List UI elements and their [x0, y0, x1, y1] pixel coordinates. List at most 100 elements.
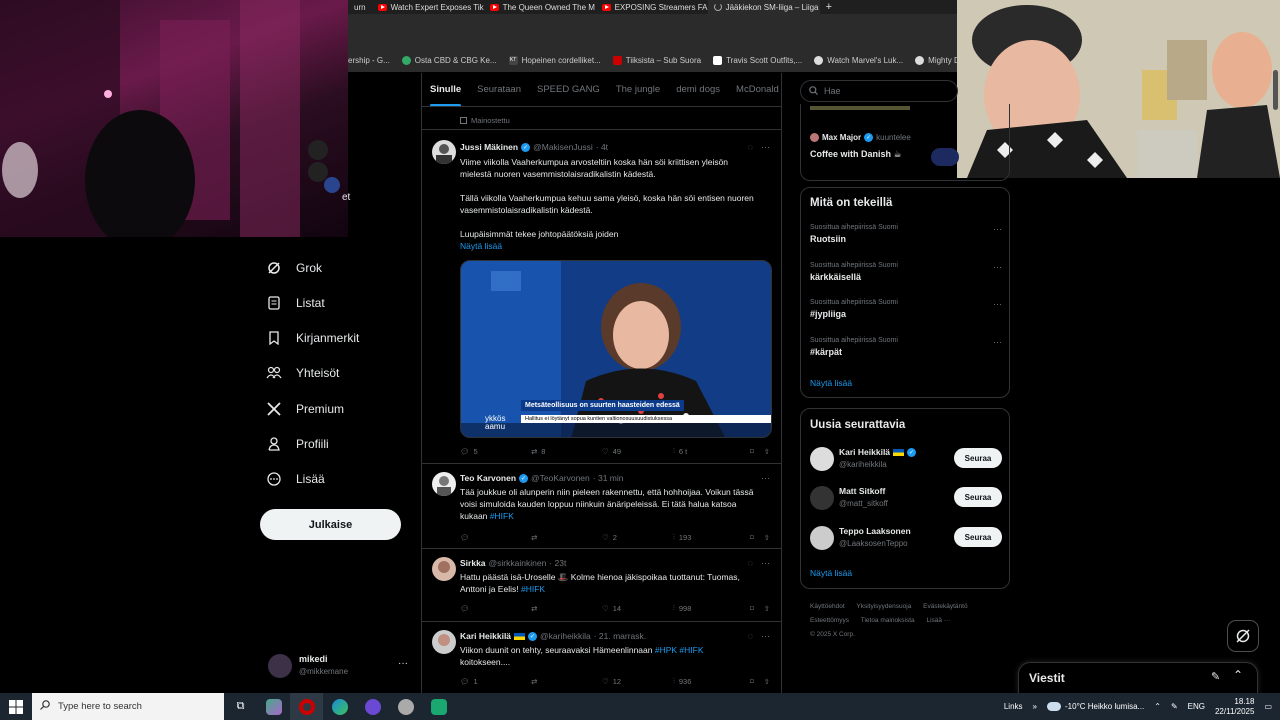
- trends-show-more-link[interactable]: Näytä lisää: [810, 378, 852, 388]
- grok-icon[interactable]: ◌: [748, 631, 753, 641]
- sidebar-item-lists[interactable]: Listat: [266, 295, 325, 311]
- bookmark-item[interactable]: Osta CBD & CBG Ke...: [401, 55, 497, 65]
- views-button[interactable]: ⫶ 998: [673, 603, 703, 613]
- tweet-media[interactable]: Metsäteollisuus on suurten haasteiden ed…: [460, 260, 772, 438]
- language-indicator[interactable]: ENG: [1188, 702, 1205, 711]
- share-icon[interactable]: ⇧: [764, 447, 770, 456]
- sidebar-item-grok[interactable]: Grok: [266, 260, 322, 276]
- account-more-icon[interactable]: ···: [398, 658, 408, 669]
- sidebar-item-communities[interactable]: Yhteisöt: [266, 365, 339, 381]
- more-icon[interactable]: ···: [993, 262, 1002, 272]
- follow-button[interactable]: Seuraa: [954, 487, 1002, 507]
- network-icon[interactable]: ✎: [1171, 702, 1178, 711]
- avatar[interactable]: [432, 557, 456, 581]
- like-button[interactable]: ♡ 12: [602, 676, 632, 686]
- messages-drawer[interactable]: Viestit ✎ ⌃: [1018, 662, 1258, 693]
- links-toolbar[interactable]: Links: [1004, 702, 1023, 711]
- trend-item[interactable]: Suosittua aihepiirissä Suomi kärkkäisellä…: [810, 262, 1002, 282]
- trend-item[interactable]: Suosittua aihepiirissä Suomi Ruotsiin ···: [810, 224, 1002, 244]
- tab-list-demi-dogs[interactable]: demi dogs: [668, 73, 728, 106]
- follow-suggestion[interactable]: Teppo Laaksonen @LaaksosenTeppo Seuraa: [810, 524, 1002, 552]
- hashtag-link[interactable]: #HPK #HIFK: [655, 645, 704, 655]
- more-icon[interactable]: ···: [761, 631, 770, 641]
- start-button[interactable]: [0, 693, 32, 720]
- more-icon[interactable]: ···: [761, 558, 770, 568]
- tweet-author-handle[interactable]: @TeoKarvonen: [531, 473, 590, 483]
- taskbar-app-3[interactable]: [356, 693, 389, 720]
- tweet-time[interactable]: · 21. marrask.: [594, 631, 646, 641]
- sidebar-item-partial[interactable]: et: [342, 192, 350, 203]
- tweet-author-name[interactable]: Jussi Mäkinen: [460, 142, 518, 152]
- tweet-time[interactable]: · 31 min: [593, 473, 624, 483]
- reply-button[interactable]: 💬︎ 1: [460, 676, 490, 686]
- chevron-up-icon[interactable]: ⌃: [1154, 702, 1161, 711]
- follow-suggestion[interactable]: Matt Sitkoff @matt_sitkoff Seuraa: [810, 484, 1002, 512]
- post-button[interactable]: Julkaise: [260, 509, 401, 540]
- overflow-icon[interactable]: »: [1033, 702, 1037, 711]
- tweet[interactable]: Kari Heikkilä ✓ @kariheikkila · 21. marr…: [422, 622, 781, 693]
- trend-item[interactable]: Suosittua aihepiirissä Suomi #kärpät ···: [810, 337, 1002, 357]
- browser-tab[interactable]: The Queen Owned The M: [484, 0, 596, 14]
- follow-suggestion[interactable]: Kari Heikkilä ✓ @kariheikkila Seuraa: [810, 445, 1002, 473]
- more-icon[interactable]: ···: [761, 473, 770, 483]
- tweet-author-handle[interactable]: @sirkkainkinen: [489, 558, 547, 568]
- tab-following[interactable]: Seurataan: [469, 73, 529, 106]
- taskbar-app-5[interactable]: [422, 693, 455, 720]
- tab-for-you[interactable]: Sinulle: [422, 73, 469, 106]
- taskbar-app-edge[interactable]: [323, 693, 356, 720]
- repost-button[interactable]: ⇄: [531, 532, 561, 542]
- show-more-link[interactable]: Näytä lisää: [460, 240, 760, 252]
- browser-tab[interactable]: EXPOSING Streamers FAK: [596, 0, 708, 14]
- tweet-author-handle[interactable]: @kariheikkila: [540, 631, 591, 641]
- account-switcher[interactable]: mikedi @mikkemane ···: [268, 652, 413, 680]
- views-button[interactable]: ⫶ 936: [673, 676, 703, 686]
- bookmark-item[interactable]: Tiiksista – Sub Suora: [612, 55, 701, 65]
- tweet[interactable]: Teo Karvonen ✓ @TeoKarvonen · 31 min ···…: [422, 464, 781, 549]
- taskbar-app-opera[interactable]: [290, 693, 323, 720]
- tweet[interactable]: Jussi Mäkinen ✓ @MakisenJussi · 4t ◌ ··· …: [422, 130, 781, 464]
- like-button[interactable]: ♡ 14: [602, 603, 632, 613]
- footer-link[interactable]: Käyttöehdot: [810, 603, 845, 610]
- browser-tab-partial[interactable]: urn: [348, 0, 372, 14]
- tab-list-speed-gang[interactable]: SPEED GANG: [529, 73, 608, 106]
- tweet-time[interactable]: · 4t: [596, 142, 608, 152]
- avatar[interactable]: [432, 472, 456, 496]
- views-button[interactable]: ⫶ 193: [673, 532, 703, 542]
- bookmark-icon[interactable]: ⌑: [750, 604, 754, 613]
- browser-tab-active[interactable]: Jääkiekon SM-liiga – Liiga: [707, 0, 820, 14]
- weather-widget[interactable]: -10°C Heikko lumisa...: [1047, 702, 1144, 711]
- page-scrollbar[interactable]: [1273, 70, 1278, 110]
- tweet-time[interactable]: · 23t: [549, 558, 566, 568]
- footer-link[interactable]: Evästekäytäntö: [923, 603, 967, 610]
- tweet-author-name[interactable]: Kari Heikkilä: [460, 631, 511, 641]
- more-icon[interactable]: ···: [993, 224, 1002, 234]
- grok-icon[interactable]: ◌: [748, 558, 753, 568]
- more-icon[interactable]: ···: [761, 142, 770, 152]
- chevron-up-icon[interactable]: ⌃: [1233, 668, 1243, 682]
- bookmark-item[interactable]: Travis Scott Outfits,...: [713, 55, 802, 65]
- trend-item[interactable]: Suosittua aihepiirissä Suomi #jypliiga ···: [810, 299, 1002, 319]
- reply-button[interactable]: 💬︎: [460, 532, 490, 542]
- taskbar-search[interactable]: Type here to search: [32, 693, 224, 720]
- bookmark-item[interactable]: KT Hopeinen cordelliket...: [508, 55, 601, 65]
- search-box[interactable]: Hae: [800, 80, 958, 102]
- sidebar-item-profile[interactable]: Profiili: [266, 436, 329, 452]
- sidebar-item-bookmarks[interactable]: Kirjanmerkit: [266, 330, 359, 346]
- share-icon[interactable]: ⇧: [764, 533, 770, 542]
- footer-link[interactable]: Lisää ···: [926, 617, 950, 624]
- repost-button[interactable]: ⇄ 8: [531, 446, 561, 456]
- notifications-icon[interactable]: ▭: [1264, 702, 1272, 711]
- like-button[interactable]: ♡ 49: [602, 446, 632, 456]
- footer-link[interactable]: Yksityisyydensuoja: [856, 603, 911, 610]
- share-icon[interactable]: ⇧: [764, 677, 770, 686]
- footer-link[interactable]: Esteettömyys: [810, 617, 849, 624]
- follow-button[interactable]: Seuraa: [954, 448, 1002, 468]
- tweet-author-name[interactable]: Sirkka: [460, 558, 486, 568]
- bookmark-item[interactable]: ership - G...: [348, 56, 390, 65]
- address-bar-area[interactable]: [348, 14, 958, 48]
- avatar[interactable]: [432, 140, 456, 164]
- taskbar-app-1[interactable]: [257, 693, 290, 720]
- tweet-author-handle[interactable]: @MakisenJussi: [533, 142, 593, 152]
- follow-button[interactable]: Seuraa: [954, 527, 1002, 547]
- tweet[interactable]: Sirkka @sirkkainkinen · 23t ◌ ··· Hattu p…: [422, 549, 781, 622]
